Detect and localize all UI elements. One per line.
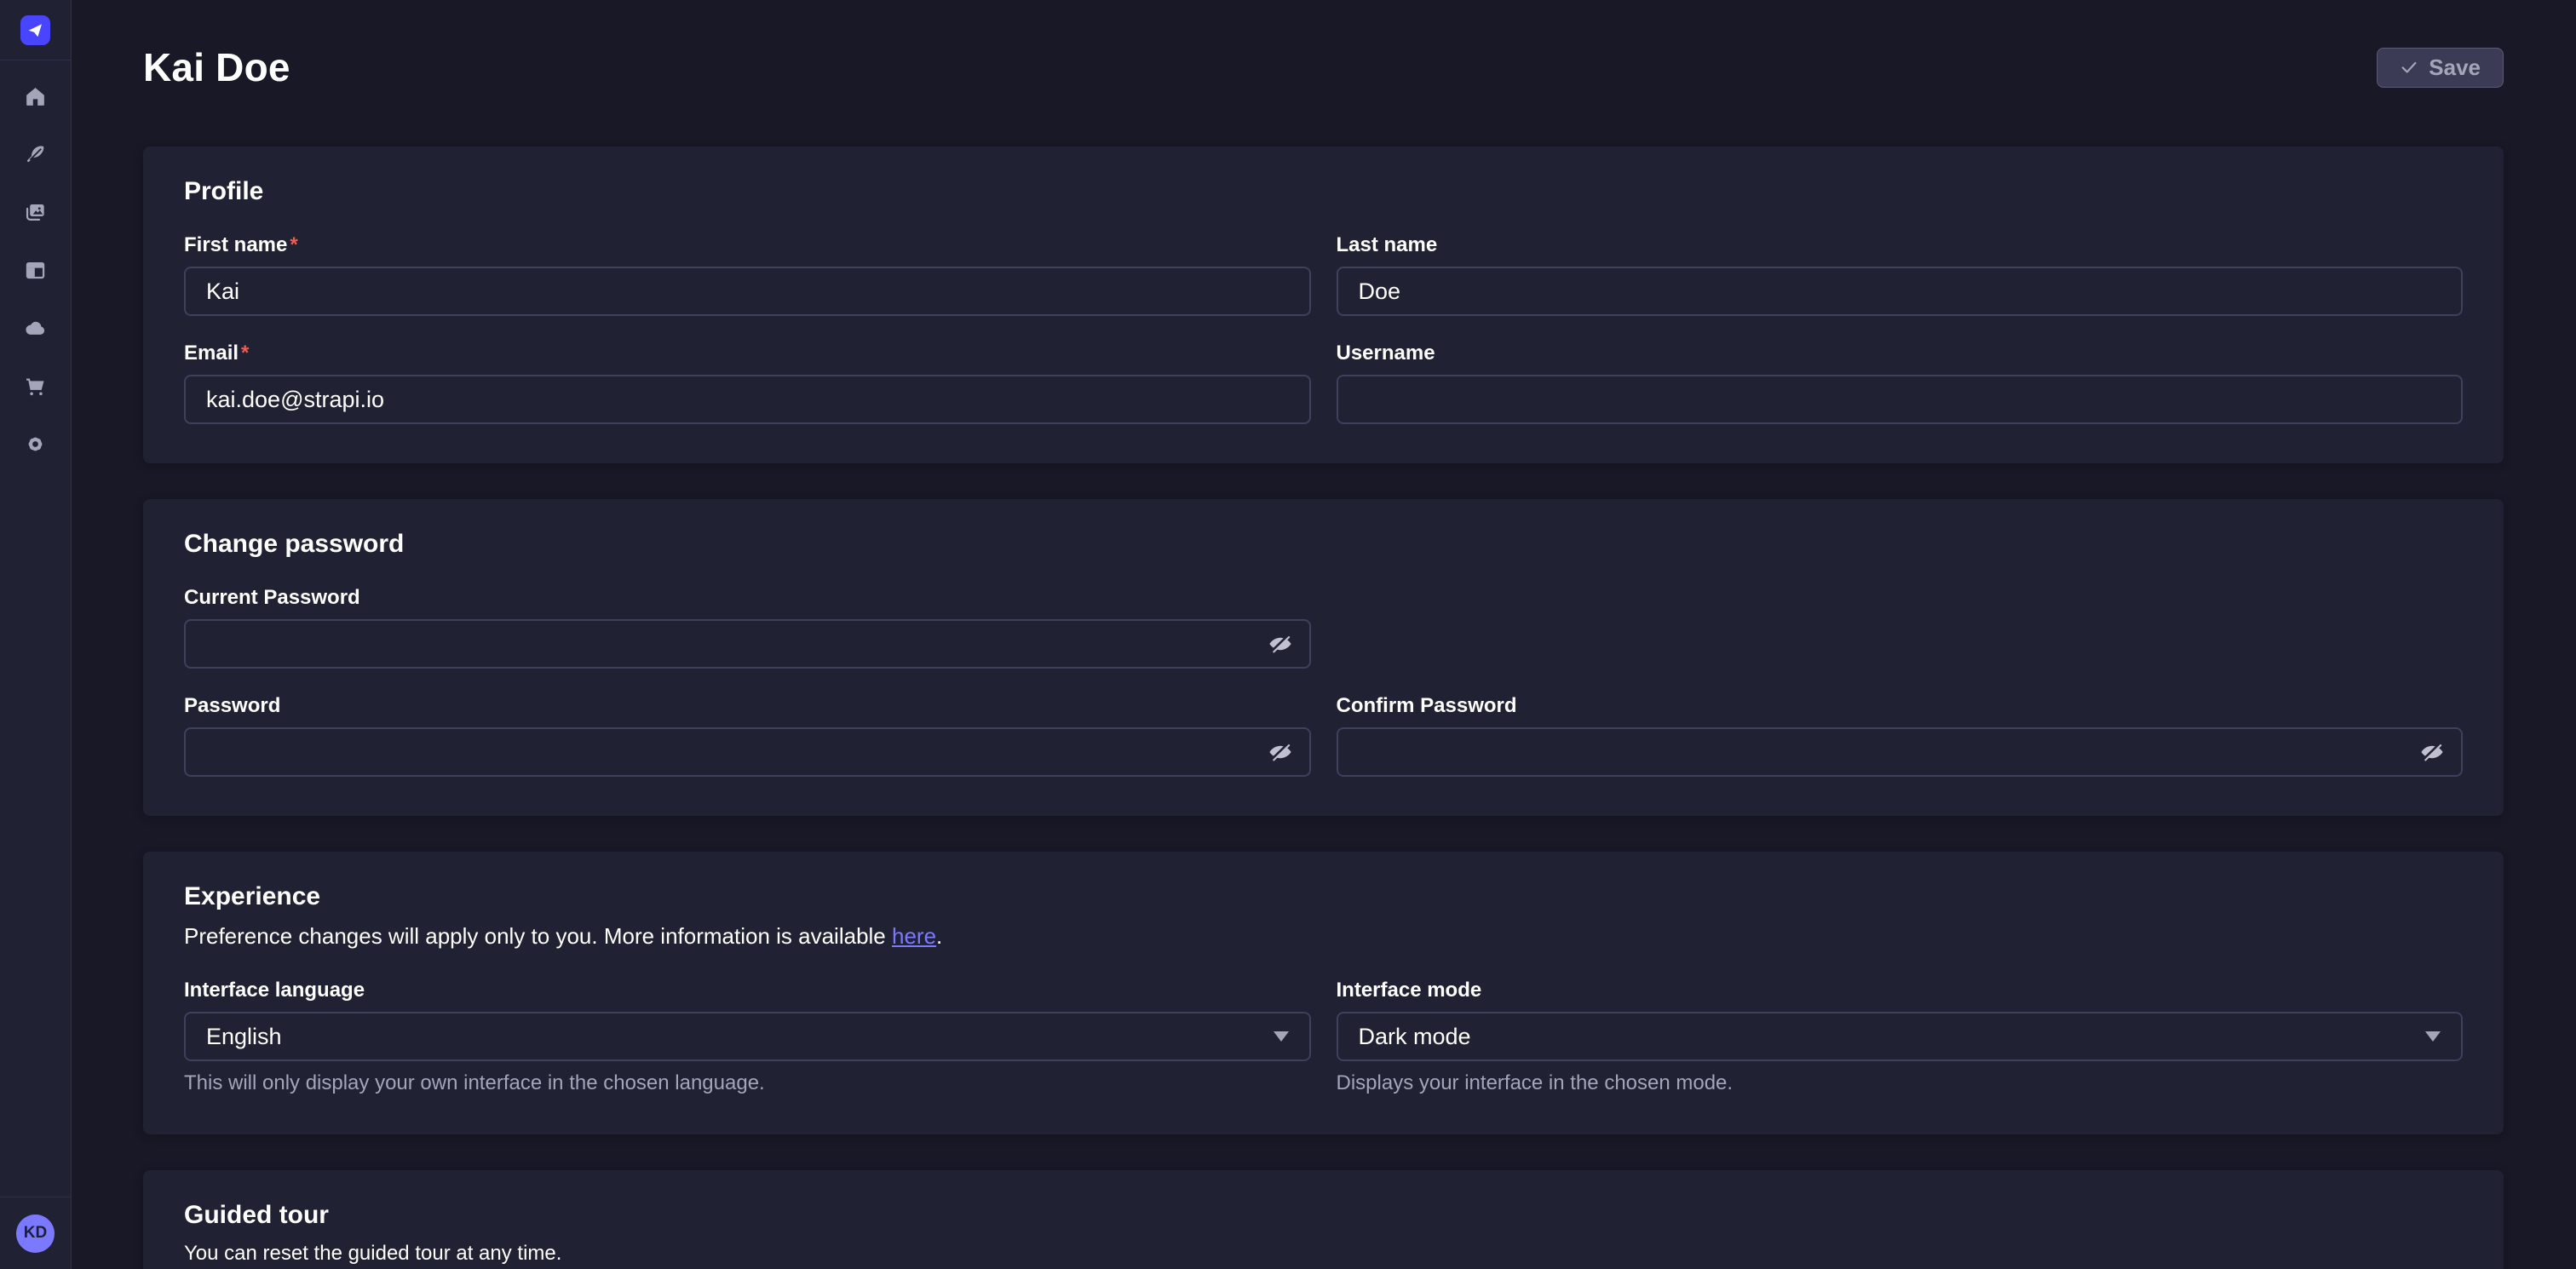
toggle-password-visibility-button[interactable] xyxy=(1265,737,1296,767)
chevron-down-icon xyxy=(2425,1031,2441,1042)
password-field: Password xyxy=(184,694,1311,777)
last-name-field: Last name xyxy=(1337,233,2464,316)
experience-grid: Interface language English This will onl… xyxy=(184,979,2463,1095)
here-link[interactable]: here xyxy=(892,923,936,949)
first-name-field: First name* xyxy=(184,233,1311,316)
current-password-input[interactable] xyxy=(184,619,1311,669)
avatar[interactable]: KD xyxy=(16,1214,55,1253)
sidebar: KD xyxy=(0,0,72,1269)
interface-mode-hint: Displays your interface in the chosen mo… xyxy=(1337,1071,2464,1095)
experience-description: Preference changes will apply only to yo… xyxy=(184,923,2463,950)
interface-language-value: English xyxy=(206,1024,282,1050)
toggle-current-password-visibility-button[interactable] xyxy=(1265,629,1296,659)
current-password-field: Current Password xyxy=(184,586,1311,669)
email-label: Email* xyxy=(184,342,1311,365)
current-password-input-wrap xyxy=(184,619,1311,669)
required-asterisk: * xyxy=(241,342,249,365)
sidebar-item-content-manager[interactable] xyxy=(19,137,53,171)
save-button-label: Save xyxy=(2429,55,2481,81)
content-area: Profile First name* Last name Email xyxy=(72,146,2576,1269)
interface-language-label-text: Interface language xyxy=(184,979,365,1002)
interface-mode-label-text: Interface mode xyxy=(1337,979,1482,1002)
first-name-input[interactable] xyxy=(184,267,1311,316)
change-password-section: Change password Current Password xyxy=(143,499,2504,816)
sidebar-item-marketplace[interactable] xyxy=(19,369,53,403)
interface-mode-value: Dark mode xyxy=(1359,1024,1471,1050)
confirm-password-label-text: Confirm Password xyxy=(1337,694,1517,718)
toggle-confirm-password-visibility-button[interactable] xyxy=(2417,737,2447,767)
password-label: Password xyxy=(184,694,1311,718)
last-name-label: Last name xyxy=(1337,233,2464,257)
profile-grid: First name* Last name Email* xyxy=(184,233,2463,424)
feather-icon xyxy=(24,143,47,166)
username-field: Username xyxy=(1337,342,2464,424)
interface-mode-select[interactable]: Dark mode xyxy=(1337,1012,2464,1061)
save-button[interactable]: Save xyxy=(2377,48,2504,88)
interface-language-label: Interface language xyxy=(184,979,1311,1002)
experience-description-suffix: . xyxy=(936,923,942,949)
sidebar-item-content-type-builder[interactable] xyxy=(19,253,53,287)
confirm-password-label: Confirm Password xyxy=(1337,694,2464,718)
chevron-down-icon xyxy=(1274,1031,1289,1042)
eye-slash-icon xyxy=(1268,632,1292,656)
experience-section: Experience Preference changes will apply… xyxy=(143,852,2504,1134)
sidebar-item-cloud[interactable] xyxy=(19,311,53,345)
password-input[interactable] xyxy=(184,727,1311,777)
current-password-label: Current Password xyxy=(184,586,1311,610)
strapi-logo[interactable] xyxy=(20,15,50,45)
gear-icon xyxy=(24,433,47,456)
sidebar-item-settings[interactable] xyxy=(19,427,53,461)
first-name-label-text: First name xyxy=(184,233,287,257)
username-input[interactable] xyxy=(1337,375,2464,424)
sidebar-nav xyxy=(19,79,53,461)
required-asterisk: * xyxy=(290,233,297,257)
email-input[interactable] xyxy=(184,375,1311,424)
last-name-input[interactable] xyxy=(1337,267,2464,316)
password-input-wrap xyxy=(184,727,1311,777)
profile-heading: Profile xyxy=(184,177,2463,206)
sidebar-item-home[interactable] xyxy=(19,79,53,113)
eye-slash-icon xyxy=(2420,740,2444,764)
guided-tour-heading: Guided tour xyxy=(184,1201,2463,1230)
confirm-password-input-wrap xyxy=(1337,727,2464,777)
check-icon xyxy=(2400,58,2418,77)
password-label-text: Password xyxy=(184,694,280,718)
change-password-heading: Change password xyxy=(184,530,2463,559)
guided-tour-section: Guided tour You can reset the guided tou… xyxy=(143,1170,2504,1269)
interface-language-hint: This will only display your own interfac… xyxy=(184,1071,1311,1095)
interface-language-field: Interface language English This will onl… xyxy=(184,979,1311,1095)
username-label: Username xyxy=(1337,342,2464,365)
sidebar-logo-area xyxy=(0,0,71,60)
eye-slash-icon xyxy=(1268,740,1292,764)
cloud-icon xyxy=(24,317,47,340)
grid-spacer xyxy=(1337,586,2464,669)
confirm-password-field: Confirm Password xyxy=(1337,694,2464,777)
guided-tour-description: You can reset the guided tour at any tim… xyxy=(184,1242,2463,1266)
page-header: Kai Doe Save xyxy=(72,0,2576,90)
images-icon xyxy=(24,201,47,224)
interface-mode-field: Interface mode Dark mode Displays your i… xyxy=(1337,979,2464,1095)
first-name-label: First name* xyxy=(184,233,1311,257)
strapi-logo-icon xyxy=(27,22,43,38)
email-field: Email* xyxy=(184,342,1311,424)
layout-icon xyxy=(24,259,47,282)
experience-heading: Experience xyxy=(184,882,2463,911)
change-password-grid: Current Password xyxy=(184,586,2463,777)
experience-description-prefix: Preference changes will apply only to yo… xyxy=(184,923,892,949)
interface-mode-label: Interface mode xyxy=(1337,979,2464,1002)
main-content: Kai Doe Save Profile First name* La xyxy=(72,0,2576,1269)
sidebar-footer: KD xyxy=(0,1197,71,1269)
sidebar-item-media-library[interactable] xyxy=(19,195,53,229)
profile-section: Profile First name* Last name Email xyxy=(143,146,2504,463)
email-label-text: Email xyxy=(184,342,239,365)
home-icon xyxy=(24,85,47,108)
shopping-cart-icon xyxy=(24,375,47,398)
page-title: Kai Doe xyxy=(143,44,290,90)
confirm-password-input[interactable] xyxy=(1337,727,2464,777)
current-password-label-text: Current Password xyxy=(184,586,360,610)
last-name-label-text: Last name xyxy=(1337,233,1438,257)
interface-language-select[interactable]: English xyxy=(184,1012,1311,1061)
username-label-text: Username xyxy=(1337,342,1435,365)
